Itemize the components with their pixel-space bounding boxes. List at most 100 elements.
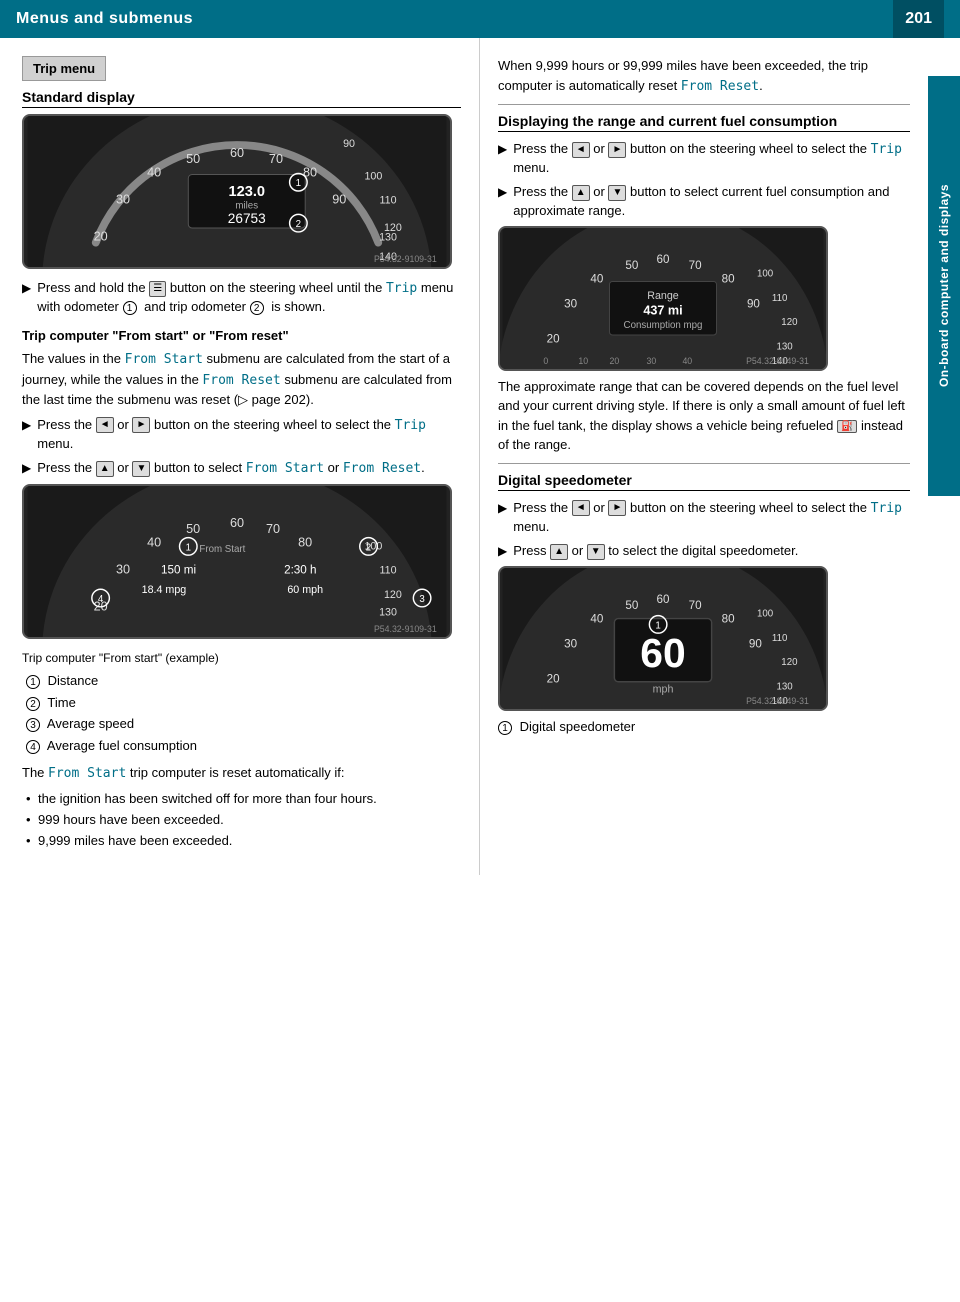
svg-text:50: 50	[186, 152, 200, 166]
bullet-list: the ignition has been switched off for m…	[22, 790, 461, 851]
fuel-arrow-2-text: Press the ▲ or ▼ button to select curren…	[513, 183, 910, 219]
bullet-item-2: 999 hours have been exceeded.	[22, 811, 461, 829]
svg-text:30: 30	[116, 193, 130, 207]
svg-text:60: 60	[640, 630, 685, 676]
svg-text:120: 120	[781, 317, 798, 328]
svg-text:P54.32-9149-31: P54.32-9149-31	[746, 696, 809, 706]
svg-text:40: 40	[590, 272, 603, 285]
press-hold-item: ▶ Press and hold the ☰ button on the ste…	[22, 279, 461, 316]
btn-left-icon-3: ◄	[572, 500, 590, 516]
btn-up-icon-2: ▲	[572, 185, 590, 201]
svg-text:80: 80	[722, 613, 735, 626]
from-start-code-3: From Start	[48, 766, 126, 781]
svg-text:70: 70	[269, 152, 283, 166]
svg-text:70: 70	[689, 599, 702, 612]
circle-2: 2	[250, 301, 264, 315]
svg-text:130: 130	[776, 682, 793, 693]
trip-code-1: Trip	[386, 281, 417, 296]
circle-legend-1: 1	[498, 721, 512, 735]
svg-text:100: 100	[757, 268, 774, 279]
svg-text:2: 2	[296, 219, 301, 230]
standard-display-title: Standard display	[22, 89, 461, 108]
svg-text:40: 40	[682, 356, 692, 366]
btn-right-icon-3: ►	[608, 500, 626, 516]
svg-text:123.0: 123.0	[228, 184, 265, 200]
arrow-right-icon-5: ▶	[498, 184, 507, 201]
from-reset-code-2: From Reset	[343, 461, 421, 476]
svg-text:20: 20	[610, 356, 620, 366]
arrow-right-icon-3: ▶	[22, 460, 31, 477]
svg-text:40: 40	[590, 613, 603, 626]
svg-text:110: 110	[379, 565, 396, 577]
intro-paragraph: When 9,999 hours or 99,999 miles have be…	[498, 56, 910, 96]
svg-text:Range: Range	[647, 290, 679, 302]
svg-text:110: 110	[772, 293, 788, 304]
fuel-arrow-1: ▶ Press the ◄ or ► button on the steerin…	[498, 140, 910, 177]
page-number: 201	[893, 0, 944, 38]
svg-text:20: 20	[547, 332, 560, 345]
circle-1: 1	[123, 301, 137, 315]
svg-text:60: 60	[230, 516, 244, 530]
svg-text:1: 1	[296, 178, 301, 189]
svg-text:100: 100	[364, 170, 382, 182]
svg-text:50: 50	[625, 599, 638, 612]
svg-text:60: 60	[657, 253, 670, 266]
btn-right-icon: ►	[132, 417, 150, 433]
legend-item-2: 2 Time	[22, 693, 461, 713]
bullet-item-1: the ignition has been switched off for m…	[22, 790, 461, 808]
svg-text:90: 90	[332, 193, 346, 207]
trip-code-2: Trip	[395, 418, 426, 433]
btn-up-icon: ▲	[96, 461, 114, 477]
svg-text:mph: mph	[653, 684, 674, 696]
digital-arrow-2-text: Press ▲ or ▼ to select the digital speed…	[513, 542, 910, 560]
side-tab: On-board computer and displays	[928, 76, 960, 496]
trip-code-4: Trip	[871, 501, 902, 516]
trip-computer-title: Trip computer "From start" or "From rese…	[22, 328, 461, 343]
svg-text:60: 60	[657, 593, 670, 606]
svg-text:120: 120	[384, 589, 402, 601]
svg-text:70: 70	[266, 522, 280, 536]
svg-text:60 mph: 60 mph	[287, 585, 323, 597]
trip-arrow-1-text: Press the ◄ or ► button on the steering …	[37, 416, 461, 453]
svg-text:100: 100	[757, 609, 774, 620]
fuel-approx-paragraph: The approximate range that can be covere…	[498, 377, 910, 455]
svg-text:Consumption mpg: Consumption mpg	[624, 320, 703, 331]
svg-text:1: 1	[655, 621, 660, 632]
svg-text:30: 30	[564, 297, 577, 310]
svg-text:90: 90	[749, 638, 762, 651]
speedo-image-2: 20 30 40 50 60 70 80 100 110 120 130 Fro…	[22, 484, 452, 639]
bullet-item-3: 9,999 miles have been exceeded.	[22, 832, 461, 850]
svg-text:30: 30	[116, 563, 130, 577]
from-start-code-2: From Start	[246, 461, 324, 476]
svg-text:30: 30	[646, 356, 656, 366]
btn-up-icon-3: ▲	[550, 544, 568, 560]
btn-down-icon-3: ▼	[587, 544, 605, 560]
arrow-right-icon-7: ▶	[498, 543, 507, 560]
svg-text:130: 130	[776, 341, 793, 352]
legend-item-1: 1 Distance	[22, 671, 461, 691]
btn-left-icon-2: ◄	[572, 142, 590, 158]
svg-text:P54.32-9109-31: P54.32-9109-31	[374, 625, 437, 635]
digital-arrow-2: ▶ Press ▲ or ▼ to select the digital spe…	[498, 542, 910, 560]
header-title: Menus and submenus	[16, 10, 193, 28]
svg-text:50: 50	[186, 522, 200, 536]
header-bar: Menus and submenus 201	[0, 0, 960, 38]
trip-code-3: Trip	[871, 142, 902, 157]
svg-text:0: 0	[543, 356, 548, 366]
svg-text:90: 90	[343, 138, 355, 150]
left-column: Trip menu Standard display 20 30	[0, 38, 480, 875]
svg-text:80: 80	[722, 272, 735, 285]
from-reset-code-1: From Reset	[202, 373, 280, 388]
svg-text:1: 1	[186, 543, 191, 554]
section-box-trip-menu: Trip menu	[22, 56, 106, 81]
press-hold-text: Press and hold the ☰ button on the steer…	[37, 279, 461, 316]
speedo-image-1: 20 30 40 50 60 70 80 90 90 100 110 120 1…	[22, 114, 452, 269]
trip-arrow-2: ▶ Press the ▲ or ▼ button to select From…	[22, 459, 461, 478]
svg-text:miles: miles	[235, 201, 258, 212]
svg-text:4: 4	[98, 594, 104, 605]
svg-text:110: 110	[379, 195, 396, 207]
from-reset-code-3: From Reset	[681, 79, 759, 94]
digital-arrow-1-text: Press the ◄ or ► button on the steering …	[513, 499, 910, 536]
trip-arrow-2-text: Press the ▲ or ▼ button to select From S…	[37, 459, 461, 478]
svg-text:90: 90	[747, 297, 760, 310]
